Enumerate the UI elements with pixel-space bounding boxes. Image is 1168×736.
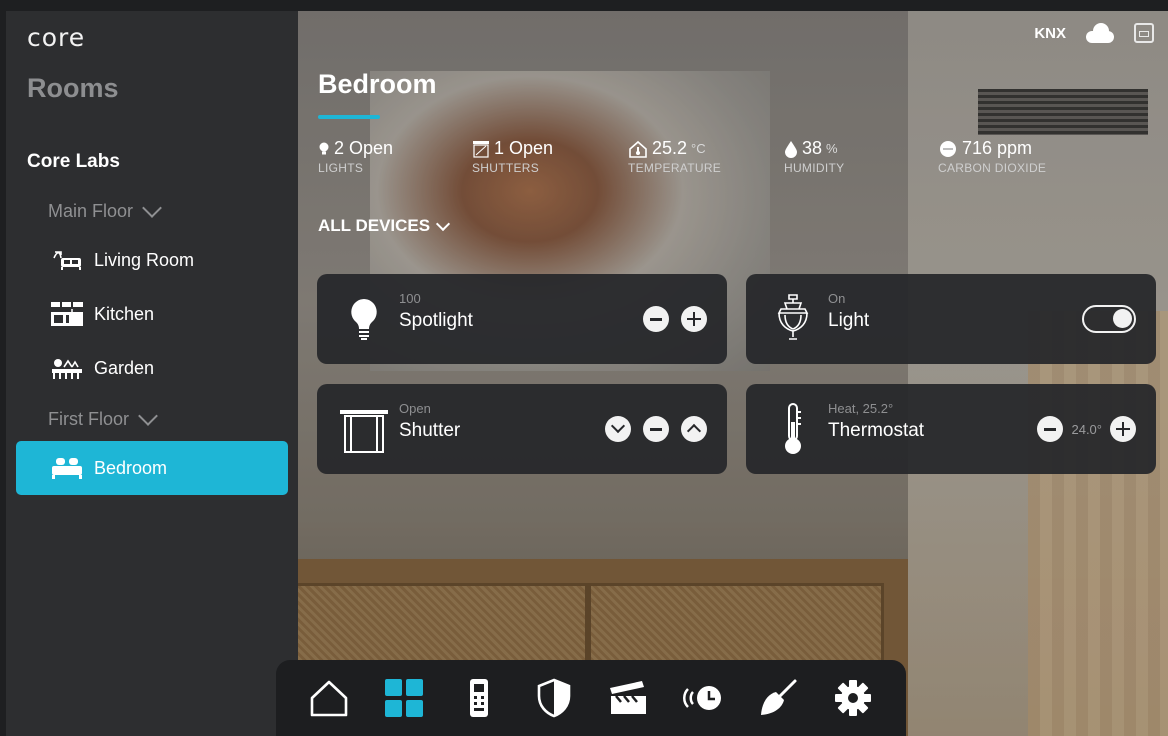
device-card-spotlight[interactable]: 100 Spotlight xyxy=(317,274,727,364)
device-filter-label: ALL DEVICES xyxy=(318,216,431,235)
page-title: Bedroom xyxy=(318,69,437,99)
device-name: Light xyxy=(828,310,870,331)
device-card-shutter[interactable]: Open Shutter xyxy=(317,384,727,474)
co2-icon xyxy=(940,140,956,157)
stat-value: 716 ppm xyxy=(962,138,1033,158)
house-temperature-icon xyxy=(629,140,647,158)
device-status: 100 xyxy=(399,291,421,306)
title-underline xyxy=(318,115,380,119)
stat-label: CARBON DIOXIDE xyxy=(938,161,1047,175)
device-name: Thermostat xyxy=(828,420,925,441)
stat-unit: % xyxy=(826,141,838,156)
rooms-heading: Rooms xyxy=(27,73,119,103)
stat-humidity: 38 % HUMIDITY xyxy=(784,138,844,175)
thermometer-icon xyxy=(768,402,818,456)
gateway-icon[interactable] xyxy=(1134,23,1154,43)
app-frame: core Rooms Core Labs Main Floor Living R… xyxy=(6,11,1168,736)
stat-temperature: 25.2 °C TEMPERATURE xyxy=(628,138,721,175)
device-status: Open xyxy=(399,401,431,416)
sidebar-item-bedroom[interactable]: Bedroom xyxy=(16,441,288,495)
stat-label: TEMPERATURE xyxy=(628,161,722,175)
device-card-light[interactable]: On Light xyxy=(746,274,1156,364)
setpoint-decrease-button[interactable] xyxy=(1037,416,1064,442)
device-status: On xyxy=(828,291,846,306)
shutter-icon xyxy=(339,402,389,456)
bed-icon xyxy=(48,455,86,481)
room-background-photo xyxy=(298,11,1168,736)
increase-button[interactable] xyxy=(681,306,707,332)
stat-unit: °C xyxy=(691,141,706,156)
garden-icon xyxy=(48,355,86,381)
stat-label: LIGHTS xyxy=(318,161,364,175)
stat-carbon-dioxide: 716 ppm CARBON DIOXIDE xyxy=(938,138,1046,175)
sidebar-item-label: Living Room xyxy=(94,249,195,270)
sidebar-item-label: Bedroom xyxy=(94,457,168,478)
chevron-down-icon xyxy=(138,405,158,426)
floor-label: Main Floor xyxy=(48,201,134,221)
remote-icon[interactable] xyxy=(454,673,504,723)
stat-value: 1 Open xyxy=(494,138,554,158)
stat-label: SHUTTERS xyxy=(472,161,540,175)
bulb-icon xyxy=(339,292,389,346)
decrease-button[interactable] xyxy=(643,306,669,332)
light-toggle[interactable] xyxy=(1082,305,1136,333)
home-icon[interactable] xyxy=(304,673,354,723)
broom-icon[interactable] xyxy=(753,673,803,723)
bulb-icon xyxy=(319,142,329,154)
floor-first[interactable]: First Floor xyxy=(48,405,158,430)
sidebar-item-kitchen[interactable]: Kitchen xyxy=(48,295,154,333)
device-filter-dropdown[interactable]: ALL DEVICES xyxy=(318,216,451,236)
sidebar-item-label: Kitchen xyxy=(94,303,155,324)
stat-shutters: 1 Open SHUTTERS xyxy=(472,138,553,175)
protocol-label: KNX xyxy=(1034,24,1066,42)
droplet-icon xyxy=(785,140,797,158)
sidebar-item-label: Garden xyxy=(94,357,155,378)
shutter-stop-button[interactable] xyxy=(643,416,669,442)
stat-value: 38 xyxy=(802,138,823,158)
sofa-icon xyxy=(48,247,86,273)
sidebar-item-garden[interactable]: Garden xyxy=(48,349,154,387)
chevron-down-icon xyxy=(436,216,451,231)
grid-icon[interactable] xyxy=(379,673,429,723)
stat-lights: 2 Open LIGHTS xyxy=(318,138,393,175)
device-name: Spotlight xyxy=(399,310,473,331)
shield-icon[interactable] xyxy=(529,673,579,723)
floor-label: First Floor xyxy=(48,409,129,429)
gear-icon[interactable] xyxy=(828,673,878,723)
header-status: KNX xyxy=(1034,23,1154,43)
device-name: Shutter xyxy=(399,420,461,441)
shutter-down-button[interactable] xyxy=(605,416,631,442)
app-logo: core xyxy=(27,23,86,52)
shutter-up-button[interactable] xyxy=(681,416,707,442)
setpoint-value: 24.0° xyxy=(1071,421,1102,437)
stat-value: 2 Open xyxy=(334,138,394,158)
sidebar: core Rooms Core Labs Main Floor Living R… xyxy=(6,11,298,736)
site-name[interactable]: Core Labs xyxy=(27,151,120,173)
sidebar-item-living-room[interactable]: Living Room xyxy=(48,241,194,279)
schedule-icon[interactable] xyxy=(678,673,728,723)
device-status: Heat, 25.2° xyxy=(828,401,894,416)
stat-value: 25.2 xyxy=(652,138,688,158)
cloud-icon[interactable] xyxy=(1084,23,1116,43)
chevron-down-icon xyxy=(142,197,162,218)
kitchen-icon xyxy=(48,301,86,327)
chandelier-icon xyxy=(768,292,818,346)
clapperboard-icon[interactable] xyxy=(603,673,653,723)
stat-label: HUMIDITY xyxy=(784,161,845,175)
floor-main[interactable]: Main Floor xyxy=(48,197,162,222)
device-card-thermostat[interactable]: Heat, 25.2° Thermostat 24.0° xyxy=(746,384,1156,474)
setpoint-increase-button[interactable] xyxy=(1110,416,1136,442)
bottom-nav xyxy=(276,660,906,736)
toggle-knob xyxy=(1113,309,1132,328)
shutter-icon xyxy=(473,140,489,158)
